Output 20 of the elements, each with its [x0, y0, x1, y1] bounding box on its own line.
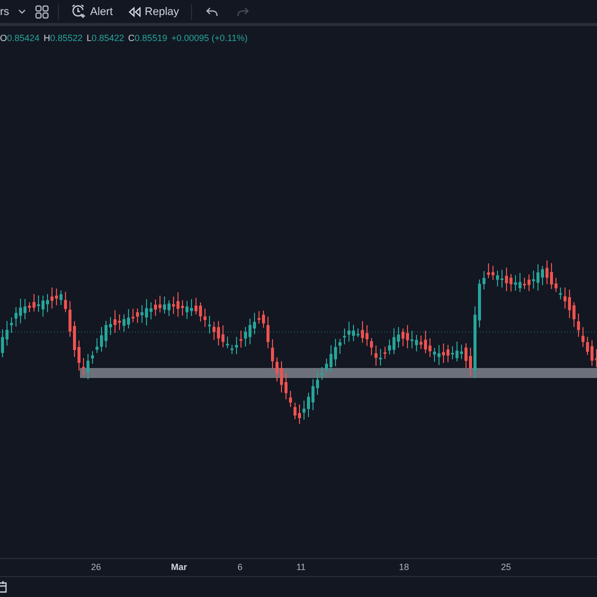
- calendar-icon[interactable]: [0, 581, 8, 593]
- time-axis-label: 11: [296, 562, 306, 572]
- caret-icon[interactable]: [18, 8, 26, 14]
- rewind-icon: [128, 6, 141, 16]
- undo-icon[interactable]: [206, 6, 218, 16]
- alert-button[interactable]: Alert: [68, 2, 116, 21]
- time-axis-label: 18: [399, 562, 409, 572]
- price-change: +0.00095 (+0.11%): [171, 33, 248, 43]
- indicators-label[interactable]: rs: [0, 6, 10, 18]
- alarm-clock-icon: [71, 4, 86, 19]
- time-axis-label: Mar: [171, 562, 187, 572]
- ohlc-value: L0.85422: [86, 33, 124, 43]
- ohlc-value: C0.85519: [128, 33, 168, 43]
- time-axis-label: 6: [238, 562, 242, 572]
- grid-icon[interactable]: [35, 4, 50, 18]
- time-axis-label: 25: [501, 562, 511, 572]
- ohlc-value: H0.85522: [44, 33, 83, 43]
- replay-button[interactable]: Replay: [124, 4, 182, 20]
- time-axis-label: 26: [91, 562, 101, 572]
- ohlc-value: O0.85424: [0, 33, 40, 43]
